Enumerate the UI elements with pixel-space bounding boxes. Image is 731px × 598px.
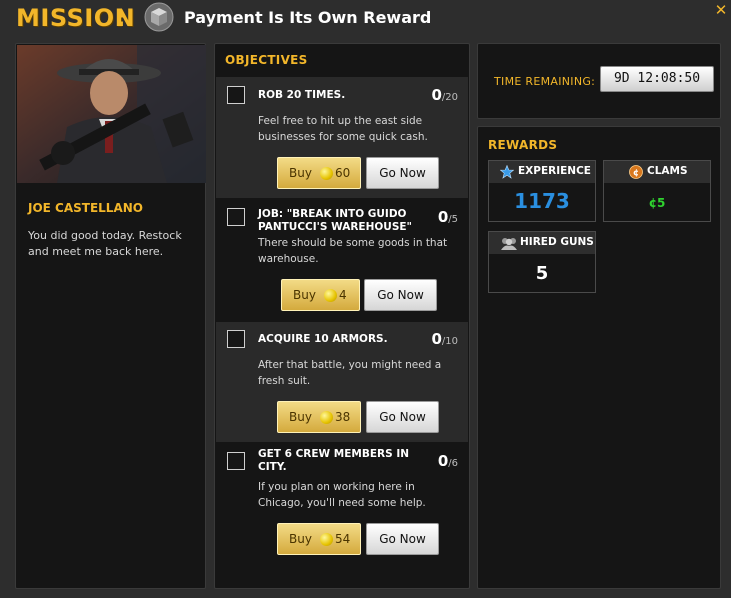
reward-experience: EXPERIENCE 1173 [488, 160, 596, 222]
buy-button[interactable]: Buy 4 [281, 279, 360, 311]
buy-button[interactable]: Buy 38 [277, 401, 361, 433]
objective-progress-total: /6 [448, 458, 458, 469]
objective-row: ROB 20 TIMES. 0/20 Feel free to hit up t… [216, 77, 468, 198]
reward-hired-guns: HIRED GUNS 5 [488, 231, 596, 293]
objective-row: GET 6 CREW MEMBERS IN CITY. 0/6 If you p… [216, 443, 468, 563]
objective-progress-total: /5 [448, 214, 458, 225]
objectives-panel: OBJECTIVES ROB 20 TIMES. 0/20 Feel free … [214, 43, 470, 589]
objective-progress: 0/6 [438, 452, 458, 470]
reward-label: EXPERIENCE [518, 165, 591, 177]
npc-message: You did good today. Restock and meet me … [28, 229, 182, 258]
objective-progress-current: 0 [437, 208, 449, 226]
objective-checkbox[interactable] [227, 452, 245, 470]
buy-label: Buy [293, 288, 316, 302]
objective-checkbox[interactable] [227, 330, 245, 348]
objective-progress: 0/20 [431, 86, 458, 104]
reward-header: HIRED GUNS [489, 232, 595, 254]
go-now-button[interactable]: Go Now [366, 401, 439, 433]
hired-guns-value: 5 [535, 263, 549, 284]
buy-cost: 60 [335, 166, 351, 180]
time-remaining-value: 9D 12:08:50 [600, 66, 714, 92]
coin-icon [320, 411, 333, 424]
objective-progress-total: /20 [441, 92, 458, 103]
buy-label: Buy [289, 166, 312, 180]
time-panel: TIME REMAINING: 9D 12:08:50 [477, 43, 721, 119]
coin-icon [320, 167, 333, 180]
buy-button[interactable]: Buy 60 [277, 157, 361, 189]
mission-colon: : [116, 4, 126, 32]
reward-header: ¢ CLAMS [604, 161, 710, 183]
buy-cost: 54 [335, 532, 351, 546]
objective-checkbox[interactable] [227, 86, 245, 104]
coin-icon [320, 533, 333, 546]
objectives-title: OBJECTIVES [225, 53, 308, 67]
objective-name: ROB 20 TIMES. [258, 89, 346, 101]
rewards-title: REWARDS [488, 138, 558, 152]
dialog-header: MISSION : Payment Is Its Own Reward ✕ [0, 0, 731, 40]
buy-label: Buy [289, 410, 312, 424]
mission-box-icon [144, 2, 174, 32]
objective-row: JOB: "BREAK INTO GUIDO PANTUCCI'S WAREHO… [216, 199, 468, 321]
go-now-button[interactable]: Go Now [364, 279, 437, 311]
mission-dialog: MISSION : Payment Is Its Own Reward ✕ JO… [0, 0, 731, 598]
reward-clams: ¢ CLAMS ¢5 [603, 160, 711, 222]
objective-progress-current: 0 [431, 330, 442, 348]
objective-row: ACQUIRE 10 ARMORS. 0/10 After that battl… [216, 322, 468, 442]
objective-progress: 0/5 [438, 208, 458, 226]
hired-guns-icon [501, 238, 517, 250]
objective-name: JOB: "BREAK INTO GUIDO PANTUCCI'S WAREHO… [258, 208, 413, 233]
clams-value: ¢5 [648, 196, 666, 210]
mission-title: Payment Is Its Own Reward [184, 8, 432, 27]
objective-progress: 0/10 [431, 330, 458, 348]
close-button[interactable]: ✕ [713, 2, 729, 18]
npc-name: JOE CASTELLANO [28, 201, 143, 215]
go-now-button[interactable]: Go Now [366, 523, 439, 555]
objective-checkbox[interactable] [227, 208, 245, 226]
objective-description: After that battle, you might need a fres… [258, 359, 442, 387]
objective-name: GET 6 CREW MEMBERS IN CITY. [258, 448, 410, 473]
buy-cost: 38 [335, 410, 351, 424]
rewards-panel: REWARDS EXPERIENCE 1173 ¢ CLAMS ¢5 HIRED… [477, 126, 721, 589]
objective-description: Feel free to hit up the east side busine… [258, 115, 428, 143]
buy-label: Buy [289, 532, 312, 546]
svg-text:¢: ¢ [633, 169, 639, 179]
coin-icon [324, 289, 337, 302]
reward-label: HIRED GUNS [520, 236, 594, 248]
npc-panel: JOE CASTELLANO You did good today. Resto… [15, 43, 206, 589]
reward-label: CLAMS [647, 165, 688, 177]
objective-progress-current: 0 [437, 452, 449, 470]
clam-icon: ¢ [629, 165, 643, 179]
npc-portrait [17, 45, 206, 183]
star-icon [500, 165, 514, 179]
objective-description: If you plan on working here in Chicago, … [258, 481, 426, 509]
objective-progress-current: 0 [431, 86, 442, 104]
buy-button[interactable]: Buy 54 [277, 523, 361, 555]
objective-description: There should be some goods in that wareh… [258, 237, 448, 265]
experience-value: 1173 [514, 189, 570, 213]
buy-cost: 4 [339, 288, 347, 302]
objective-progress-total: /10 [441, 336, 458, 347]
objective-name: ACQUIRE 10 ARMORS. [258, 333, 388, 345]
time-remaining-label: TIME REMAINING: [494, 75, 596, 88]
go-now-button[interactable]: Go Now [366, 157, 439, 189]
reward-header: EXPERIENCE [489, 161, 595, 183]
